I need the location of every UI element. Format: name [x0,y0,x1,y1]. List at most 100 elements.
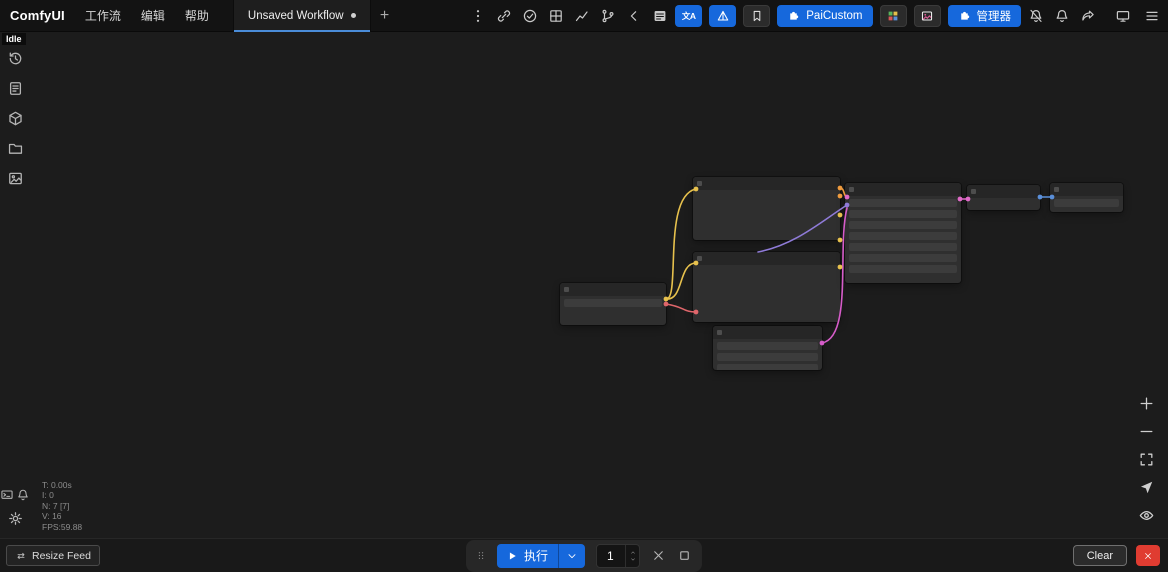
workflow-node[interactable] [560,283,666,325]
bookmark-button[interactable] [743,4,771,27]
node-widget-row[interactable] [1054,199,1119,207]
terminal-icon[interactable] [0,488,14,502]
run-workflow-button[interactable]: 执行 [496,543,586,568]
translate-icon: 文A [681,10,696,21]
decrement-icon[interactable] [629,556,637,563]
cancel-run-icon[interactable] [651,548,666,563]
unsaved-indicator-dot [350,13,356,18]
app-logo[interactable]: ComfyUI [0,8,75,23]
node-widget-row[interactable] [717,342,818,350]
bell-slash-icon[interactable] [1028,8,1044,24]
node-widget-row[interactable] [564,299,662,307]
workflow-node[interactable] [693,177,840,240]
node-title-bar[interactable] [967,185,1040,198]
menubar-item[interactable]: 编辑 [131,7,175,24]
node-widget-row[interactable] [849,221,957,229]
batch-count-input[interactable]: 1 [596,543,641,568]
prism-button[interactable] [709,4,737,27]
comfyui-app: ComfyUI 工作流 编辑 帮助 Unsaved Workflow + 文A Pa… [0,0,1168,572]
paicustom-button[interactable]: PaiCustom [777,4,873,27]
run-label: 执行 [523,549,549,563]
topbar-actions: 文A PaiCustom 管理器 [470,4,1168,27]
node-widget-row[interactable] [849,199,957,207]
new-workflow-tab-button[interactable]: + [371,0,399,32]
toolbar-icon-group [470,8,668,24]
gallery-button[interactable] [913,4,941,27]
zoom-in-icon[interactable] [1138,395,1155,412]
bell-icon[interactable] [1054,8,1070,24]
queue-icon[interactable] [7,80,24,97]
menubar-item[interactable]: 帮助 [175,7,219,24]
node-title-bar[interactable] [560,283,666,296]
node-title-bar[interactable] [693,252,840,265]
sidebar-bottom-row [0,488,30,502]
palette-button[interactable] [879,4,907,27]
node-widget-row[interactable] [717,353,818,361]
tab-unsaved-workflow[interactable]: Unsaved Workflow [232,0,371,32]
stop-icon[interactable] [677,548,692,563]
monitor-icon[interactable] [1115,8,1131,24]
workflow-node[interactable] [713,326,822,370]
workflow-node[interactable] [1050,183,1123,212]
bottom-panel: Resize Feed 执行 1 Clear [0,538,1168,572]
batch-count-value: 1 [607,548,614,563]
settings-gear-icon[interactable] [7,510,24,527]
image-icon [920,9,934,23]
prism-icon [716,9,730,23]
play-icon [506,550,518,562]
execution-controls: 执行 1 [465,539,703,572]
node-widget-row[interactable] [849,254,957,262]
canvas-controls [1138,395,1155,524]
manager-label: 管理器 [976,10,1012,23]
stat-line: FPS:59.88 [42,521,83,532]
check-circle-icon[interactable] [522,8,538,24]
chevron-down-icon [566,550,578,562]
status-badge: Idle [2,33,26,45]
node-title-bar[interactable] [693,177,840,190]
share-icon[interactable] [1080,8,1096,24]
notification-bell-icon[interactable] [16,488,30,502]
stat-line: V: 16 [42,511,62,521]
navigation-icon[interactable] [1138,479,1155,496]
node-widget-row[interactable] [849,265,957,273]
translate-button[interactable]: 文A [675,4,703,27]
history-icon[interactable] [7,50,24,67]
workflows-folder-icon[interactable] [7,140,24,157]
panel-icon[interactable] [652,8,668,24]
chevron-left-icon[interactable] [626,8,642,24]
stat-line: I: 0 [42,490,54,500]
node-widget-row[interactable] [849,232,957,240]
node-title-bar[interactable] [845,183,961,196]
manager-button[interactable]: 管理器 [947,4,1021,27]
chart-icon[interactable] [574,8,590,24]
node-library-icon[interactable] [7,110,24,127]
grid-icon[interactable] [548,8,564,24]
zoom-out-icon[interactable] [1138,423,1155,440]
link-icon[interactable] [496,8,512,24]
resize-feed-label: Resize Feed [32,549,91,562]
fit-view-icon[interactable] [1138,451,1155,468]
node-title-bar[interactable] [713,326,822,339]
menubar-item[interactable]: 工作流 [75,7,131,24]
drag-handle-icon[interactable] [476,548,486,563]
resize-feed-button[interactable]: Resize Feed [6,545,100,566]
clear-button[interactable]: Clear [1072,545,1127,566]
workflow-node[interactable] [967,185,1040,210]
menu-icon[interactable] [1144,8,1160,24]
workflow-tabs: Unsaved Workflow + [232,0,399,32]
increment-icon[interactable] [629,549,637,556]
run-options-dropdown[interactable] [559,544,585,568]
close-feed-button[interactable] [1136,545,1160,566]
close-icon [1143,551,1153,561]
gallery-icon[interactable] [7,170,24,187]
workflow-node[interactable] [845,183,961,283]
node-title-bar[interactable] [1050,183,1123,196]
node-widget-row[interactable] [849,210,957,218]
kebab-menu-icon[interactable] [470,8,486,24]
node-widget-row[interactable] [717,364,818,370]
menubar: ComfyUI 工作流 编辑 帮助 Unsaved Workflow + 文A Pa… [0,0,1168,32]
git-branch-icon[interactable] [600,8,616,24]
eye-icon[interactable] [1138,507,1155,524]
node-widget-row[interactable] [849,243,957,251]
workflow-node[interactable] [693,252,840,322]
